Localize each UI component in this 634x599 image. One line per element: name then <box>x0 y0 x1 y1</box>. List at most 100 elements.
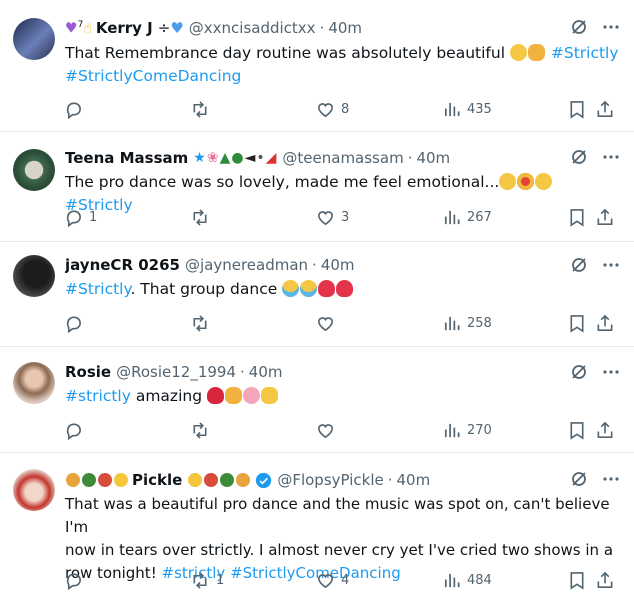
views-count: 435 <box>467 102 492 117</box>
tweet-top-right <box>570 470 620 488</box>
name-emoji: ★❀▲●◄•◢ <box>193 150 278 166</box>
avatar[interactable] <box>13 469 55 511</box>
hashtag[interactable]: #StrictlyComeDancing <box>65 67 241 85</box>
retweet-button[interactable] <box>190 100 216 119</box>
retweet-button[interactable] <box>190 208 216 227</box>
timestamp[interactable]: 40m <box>249 363 283 381</box>
bookmark-button[interactable] <box>568 421 586 440</box>
views-button[interactable]: 484 <box>442 571 492 590</box>
hashtag[interactable]: #strictly <box>65 387 131 405</box>
tweet-card[interactable]: Teena Massam ★❀▲●◄•◢ @teenamassam · 40m … <box>0 132 634 242</box>
handle[interactable]: @FlopsyPickle <box>277 471 383 489</box>
name-suffix-emoji: ÷♥ <box>157 19 184 37</box>
hashtag[interactable]: #Strictly <box>551 44 619 62</box>
tweet-header: jayneCR 0265 @jaynereadman · 40m <box>65 254 564 276</box>
views-icon <box>442 421 461 440</box>
reply-icon <box>64 314 83 333</box>
views-button[interactable]: 435 <box>442 100 492 119</box>
bookmark-button[interactable] <box>568 571 586 590</box>
like-button[interactable] <box>316 314 341 333</box>
display-name[interactable]: Teena Massam <box>65 149 188 167</box>
grok-icon[interactable] <box>570 148 588 166</box>
timestamp[interactable]: 40m <box>397 471 431 489</box>
display-name[interactable]: Pickle <box>132 471 182 489</box>
reply-icon <box>64 208 83 227</box>
grok-icon[interactable] <box>570 363 588 381</box>
reply-icon <box>64 571 83 590</box>
emoji-ok-hand <box>260 387 278 404</box>
reply-button[interactable]: 1 <box>64 208 97 227</box>
like-icon <box>316 208 335 227</box>
display-name[interactable]: Rosie <box>65 363 111 381</box>
timestamp[interactable]: 40m <box>328 19 362 37</box>
grok-icon[interactable] <box>570 18 588 36</box>
bookmark-icon <box>568 208 586 227</box>
tweet-card[interactable]: Pickle @FlopsyPickle · 40m That was a be… <box>0 453 634 599</box>
tweet-card[interactable]: ♥7☝ Kerry J ÷♥ @xxncisaddictxx · 40m Tha… <box>0 0 634 132</box>
like-icon <box>316 421 335 440</box>
more-icon[interactable] <box>602 148 620 166</box>
display-name[interactable]: Kerry J <box>96 19 153 37</box>
more-icon[interactable] <box>602 363 620 381</box>
emoji-face <box>509 44 527 61</box>
tweet-actions: 8 435 <box>64 100 616 120</box>
retweet-button[interactable] <box>190 314 216 333</box>
grok-icon[interactable] <box>570 470 588 488</box>
share-button[interactable] <box>596 100 614 119</box>
views-button[interactable]: 267 <box>442 208 492 227</box>
share-button[interactable] <box>596 314 614 333</box>
timestamp[interactable]: 40m <box>416 149 450 167</box>
tweet-actions: 258 <box>64 314 616 334</box>
tweet-actions: 1 4 484 <box>64 571 616 591</box>
avatar[interactable] <box>13 362 55 404</box>
more-icon[interactable] <box>602 18 620 36</box>
emoji-heart <box>318 280 336 297</box>
share-button[interactable] <box>596 208 614 227</box>
handle[interactable]: @teenamassam <box>282 149 403 167</box>
like-count: 3 <box>341 210 350 225</box>
reply-button[interactable] <box>64 571 89 590</box>
avatar[interactable] <box>13 149 55 191</box>
handle[interactable]: @jaynereadman <box>185 256 308 274</box>
like-button[interactable]: 8 <box>316 100 349 119</box>
like-button[interactable] <box>316 421 341 440</box>
reply-button[interactable] <box>64 314 89 333</box>
bookmark-button[interactable] <box>568 208 586 227</box>
retweet-button[interactable]: 1 <box>190 571 224 590</box>
handle[interactable]: @xxncisaddictxx <box>189 19 316 37</box>
display-name[interactable]: jayneCR 0265 <box>65 256 180 274</box>
avatar[interactable] <box>13 18 55 60</box>
reply-button[interactable] <box>64 100 89 119</box>
handle[interactable]: @Rosie12_1994 <box>116 363 236 381</box>
retweet-count: 1 <box>216 573 225 588</box>
hashtag[interactable]: #Strictly <box>65 280 130 298</box>
like-icon <box>316 100 335 119</box>
share-button[interactable] <box>596 421 614 440</box>
views-icon <box>442 100 461 119</box>
reply-icon <box>64 100 83 119</box>
views-count: 270 <box>467 423 492 438</box>
more-icon[interactable] <box>602 256 620 274</box>
like-icon <box>316 314 335 333</box>
views-button[interactable]: 270 <box>442 421 492 440</box>
tweet-card[interactable]: Rosie @Rosie12_1994 · 40m #strictly amaz… <box>0 347 634 453</box>
bookmark-button[interactable] <box>568 314 586 333</box>
share-button[interactable] <box>596 571 614 590</box>
like-button[interactable]: 4 <box>316 571 349 590</box>
tweet-top-right <box>570 363 620 381</box>
bookmark-icon <box>568 571 586 590</box>
grok-icon[interactable] <box>570 256 588 274</box>
like-button[interactable]: 3 <box>316 208 349 227</box>
like-icon <box>316 571 335 590</box>
bookmark-button[interactable] <box>568 100 586 119</box>
avatar[interactable] <box>13 255 55 297</box>
timestamp[interactable]: 40m <box>321 256 355 274</box>
name-suffix-emoji <box>187 471 251 489</box>
emoji-heart <box>336 280 354 297</box>
views-button[interactable]: 258 <box>442 314 492 333</box>
retweet-icon <box>190 314 210 333</box>
tweet-card[interactable]: jayneCR 0265 @jaynereadman · 40m #Strict… <box>0 242 634 347</box>
reply-button[interactable] <box>64 421 89 440</box>
retweet-button[interactable] <box>190 421 216 440</box>
more-icon[interactable] <box>602 470 620 488</box>
